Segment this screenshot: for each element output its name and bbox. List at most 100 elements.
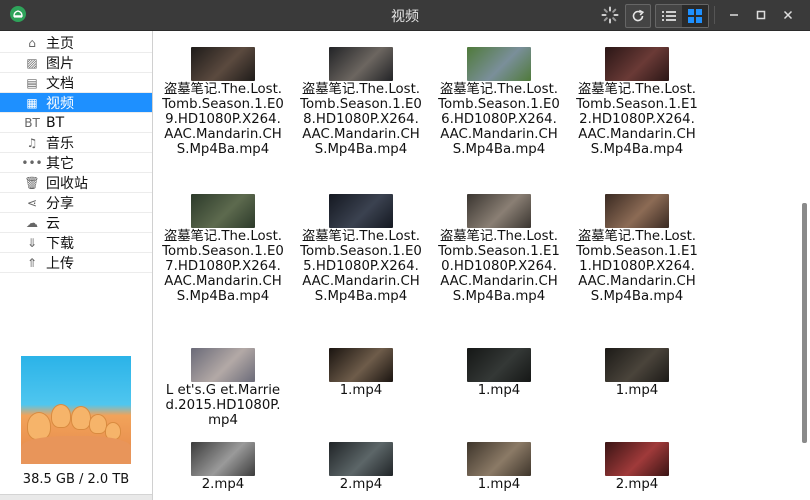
video-thumbnail [605, 194, 669, 228]
sidebar-item-label: 图片 [46, 55, 74, 72]
minimize-icon [730, 14, 738, 16]
file-item[interactable]: 1.mp4 [575, 348, 699, 398]
video-thumbnail [467, 442, 531, 476]
sidebar-item-music[interactable]: ♫ 音乐 [0, 133, 152, 153]
sidebar-item-download[interactable]: ⇓ 下载 [0, 233, 152, 253]
file-item[interactable]: 盗墓笔记.The.Lost.Tomb.Season.1.E12.HD1080P.… [575, 47, 699, 157]
avatar-toe [71, 406, 91, 430]
close-icon [783, 10, 793, 20]
list-view-button[interactable] [656, 5, 682, 27]
file-name: 盗墓笔记.The.Lost.Tomb.Season.1.E08.HD1080P.… [300, 82, 422, 157]
file-name: 1.mp4 [477, 477, 521, 492]
video-thumbnail [191, 194, 255, 228]
sidebar-item-label: 云 [46, 215, 60, 232]
file-item[interactable]: 1.mp4 [437, 348, 561, 398]
maximize-button[interactable] [752, 6, 770, 24]
sidebar-item-image[interactable]: ▨ 图片 [0, 53, 152, 73]
sidebar-item-trash[interactable]: 🗑 回收站 [0, 173, 152, 193]
avatar[interactable] [21, 356, 131, 464]
sidebar-item-label: 其它 [46, 155, 74, 172]
file-item[interactable]: L et's.G et.Married.2015.HD1080P.mp4 [161, 348, 285, 428]
maximize-icon [756, 10, 766, 20]
titlebar-divider [714, 6, 715, 24]
sidebar-item-cloud[interactable]: ☁ 云 [0, 213, 152, 233]
sidebar-footer-bar [0, 494, 152, 500]
file-item[interactable]: 盗墓笔记.The.Lost.Tomb.Season.1.E09.HD1080P.… [161, 47, 285, 157]
video-thumbnail [329, 47, 393, 81]
sidebar-item-more[interactable]: ••• 其它 [0, 153, 152, 173]
avatar-toe [27, 412, 51, 440]
refresh-icon [632, 9, 645, 22]
file-name: 盗墓笔记.The.Lost.Tomb.Season.1.E12.HD1080P.… [576, 82, 698, 157]
file-name: 盗墓笔记.The.Lost.Tomb.Season.1.E06.HD1080P.… [438, 82, 560, 157]
bt-icon: BT [24, 115, 40, 130]
sidebar-nav: ⌂ 主页 ▨ 图片 ▤ 文档 ▦ 视频 BT BT ♫ 音乐 ••• 其它 🗑 回收站 ⋖ 分享 ☁ 云 ⇓ 下载 ⇑ 上传 [0, 33, 152, 273]
sidebar-item-label: 分享 [46, 195, 74, 212]
sidebar-item-label: 下载 [46, 235, 74, 252]
music-icon: ♫ [26, 135, 38, 150]
file-item[interactable]: 盗墓笔记.The.Lost.Tomb.Season.1.E07.HD1080P.… [161, 194, 285, 304]
refresh-button[interactable] [625, 4, 651, 28]
file-item[interactable]: 盗墓笔记.The.Lost.Tomb.Season.1.E10.HD1080P.… [437, 194, 561, 304]
video-thumbnail [467, 47, 531, 81]
avatar-toe [51, 404, 71, 428]
file-item[interactable]: 盗墓笔记.The.Lost.Tomb.Season.1.E11.HD1080P.… [575, 194, 699, 304]
vertical-scrollbar[interactable] [802, 203, 807, 443]
sidebar-item-share[interactable]: ⋖ 分享 [0, 193, 152, 213]
sidebar-item-home[interactable]: ⌂ 主页 [0, 33, 152, 53]
file-item[interactable]: 盗墓笔记.The.Lost.Tomb.Season.1.E06.HD1080P.… [437, 47, 561, 157]
video-thumbnail [467, 348, 531, 382]
video-thumbnail [191, 47, 255, 81]
sidebar-item-label: 上传 [46, 255, 74, 272]
video-thumbnail [329, 348, 393, 382]
video-thumbnail [605, 442, 669, 476]
file-name: 盗墓笔记.The.Lost.Tomb.Season.1.E07.HD1080P.… [162, 229, 284, 304]
file-item[interactable]: 盗墓笔记.The.Lost.Tomb.Season.1.E08.HD1080P.… [299, 47, 423, 157]
file-item[interactable]: 2.mp4 [161, 442, 285, 492]
file-name: L et's.G et.Married.2015.HD1080P.mp4 [165, 383, 281, 428]
minimize-button[interactable] [725, 6, 743, 24]
sidebar-item-video[interactable]: ▦ 视频 [0, 93, 152, 113]
list-view-icon [662, 11, 676, 21]
image-icon: ▨ [26, 55, 38, 70]
sidebar-item-label: BT [46, 114, 65, 131]
close-button[interactable] [779, 6, 797, 24]
video-thumbnail [191, 348, 255, 382]
file-name: 1.mp4 [615, 383, 659, 398]
file-item[interactable]: 2.mp4 [575, 442, 699, 492]
home-icon: ⌂ [28, 35, 36, 50]
file-item[interactable]: 1.mp4 [299, 348, 423, 398]
trash-icon: 🗑 [24, 175, 40, 190]
file-name: 盗墓笔记.The.Lost.Tomb.Season.1.E11.HD1080P.… [576, 229, 698, 304]
cloud-icon: ☁ [26, 215, 38, 230]
sidebar-item-label: 文档 [46, 75, 74, 92]
file-name: 盗墓笔记.The.Lost.Tomb.Season.1.E09.HD1080P.… [162, 82, 284, 157]
file-name: 2.mp4 [339, 477, 383, 492]
share-icon: ⋖ [26, 195, 38, 210]
loading-spinner-icon [599, 4, 621, 26]
sidebar-item-label: 主页 [46, 35, 74, 52]
grid-view-icon [688, 9, 702, 23]
video-thumbnail [467, 194, 531, 228]
download-icon: ⇓ [26, 235, 38, 250]
file-name: 盗墓笔记.The.Lost.Tomb.Season.1.E05.HD1080P.… [300, 229, 422, 304]
app-window: 视频 ⌂ 主页 ▨ 图片 ▤ 文档 ▦ 视频 BT BT ♫ 音乐 ••• 其它… [0, 0, 810, 500]
sidebar-item-label: 视频 [46, 95, 74, 112]
sidebar-item-label: 回收站 [46, 175, 88, 192]
grid-view-button[interactable] [682, 5, 708, 27]
video-thumbnail [329, 442, 393, 476]
more-icon: ••• [21, 155, 43, 170]
video-thumbnail [191, 442, 255, 476]
video-thumbnail [605, 348, 669, 382]
file-item[interactable]: 1.mp4 [437, 442, 561, 492]
view-mode-toggle [655, 4, 709, 28]
sidebar-item-upload[interactable]: ⇑ 上传 [0, 253, 152, 273]
file-item[interactable]: 2.mp4 [299, 442, 423, 492]
sidebar-item-bt[interactable]: BT BT [0, 113, 152, 133]
file-grid: 盗墓笔记.The.Lost.Tomb.Season.1.E09.HD1080P.… [153, 31, 810, 500]
file-item[interactable]: 盗墓笔记.The.Lost.Tomb.Season.1.E05.HD1080P.… [299, 194, 423, 304]
video-icon: ▦ [26, 95, 38, 110]
video-thumbnail [605, 47, 669, 81]
file-name: 2.mp4 [201, 477, 245, 492]
sidebar-item-document[interactable]: ▤ 文档 [0, 73, 152, 93]
